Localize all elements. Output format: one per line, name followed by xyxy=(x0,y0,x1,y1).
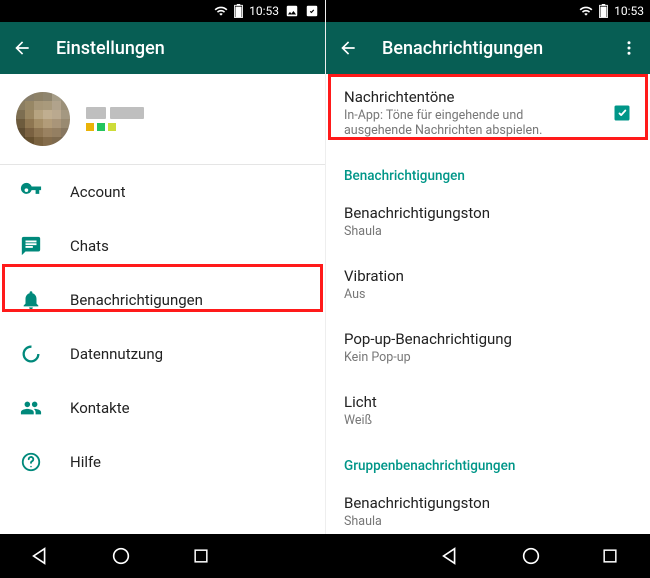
menu-label: Hilfe xyxy=(70,453,101,471)
menu-item-help[interactable]: Hilfe xyxy=(0,435,325,489)
menu-label: Benachrichtigungen xyxy=(70,291,203,309)
notifications-screen: 10:53 Benachrichtigungen Nachrichtentöne… xyxy=(325,0,650,534)
app-bar: Einstellungen xyxy=(0,22,325,74)
status-bar: 10:53 xyxy=(326,0,650,22)
menu-label: Kontakte xyxy=(70,399,130,417)
menu-label: Chats xyxy=(70,237,109,255)
back-icon[interactable] xyxy=(338,38,358,58)
nav-recent-icon[interactable] xyxy=(600,546,620,566)
setting-message-tones[interactable]: Nachrichtentöne In-App: Töne für eingehe… xyxy=(326,74,650,152)
nav-back-icon[interactable] xyxy=(29,545,51,567)
battery-icon xyxy=(599,4,608,18)
data-icon xyxy=(18,341,44,367)
bell-icon xyxy=(18,287,44,313)
setting-title: Benachrichtigungston xyxy=(344,494,632,512)
image-indicator-icon xyxy=(285,4,299,18)
setting-popup[interactable]: Pop-up-Benachrichtigung Kein Pop-up xyxy=(326,316,650,379)
menu-label: Datennutzung xyxy=(70,345,163,363)
nav-back-icon[interactable] xyxy=(439,545,461,567)
menu-item-data-usage[interactable]: Datennutzung xyxy=(0,327,325,381)
status-time: 10:53 xyxy=(614,4,644,18)
key-icon xyxy=(18,179,44,205)
setting-notification-tone[interactable]: Benachrichtigungston Shaula xyxy=(326,190,650,253)
wifi-icon xyxy=(214,4,228,18)
back-icon[interactable] xyxy=(12,38,32,58)
setting-subtitle: In-App: Töne für eingehende und ausgehen… xyxy=(344,108,594,138)
navigation-bar xyxy=(0,534,650,578)
nav-home-icon[interactable] xyxy=(520,545,542,567)
avatar xyxy=(16,92,70,146)
profile-row[interactable] xyxy=(0,74,325,164)
setting-subtitle: Weiß xyxy=(344,413,632,428)
wifi-icon xyxy=(579,4,593,18)
app-bar: Benachrichtigungen xyxy=(326,22,650,74)
setting-light[interactable]: Licht Weiß xyxy=(326,379,650,442)
menu-item-chats[interactable]: Chats xyxy=(0,219,325,273)
section-notifications: Benachrichtigungen xyxy=(326,152,650,190)
profile-text xyxy=(86,107,144,131)
menu-item-notifications[interactable]: Benachrichtigungen xyxy=(0,273,325,327)
status-bar: 10:53 xyxy=(0,0,325,22)
profile-name-redacted xyxy=(86,107,144,119)
battery-icon xyxy=(234,4,243,18)
setting-title: Nachrichtentöne xyxy=(344,88,594,106)
menu-item-contacts[interactable]: Kontakte xyxy=(0,381,325,435)
page-title: Benachrichtigungen xyxy=(382,38,543,59)
status-time: 10:53 xyxy=(249,4,279,18)
menu-label: Account xyxy=(70,183,126,201)
setting-title: Vibration xyxy=(344,267,632,285)
checkbox-checked-icon[interactable] xyxy=(612,103,632,123)
profile-status-redacted xyxy=(86,123,144,131)
page-title: Einstellungen xyxy=(56,38,165,59)
setting-vibration[interactable]: Vibration Aus xyxy=(326,253,650,316)
help-icon xyxy=(18,449,44,475)
setting-title: Pop-up-Benachrichtigung xyxy=(344,330,632,348)
nav-recent-icon[interactable] xyxy=(191,546,211,566)
setting-subtitle: Shaula xyxy=(344,224,632,239)
setting-subtitle: Kein Pop-up xyxy=(344,350,632,365)
setting-group-notification-tone[interactable]: Benachrichtigungston Shaula xyxy=(326,480,650,534)
section-group-notifications: Gruppenbenachrichtigungen xyxy=(326,442,650,480)
nav-home-icon[interactable] xyxy=(110,545,132,567)
settings-screen: 10:53 Einstellungen Account xyxy=(0,0,325,534)
setting-subtitle: Shaula xyxy=(344,514,632,529)
chat-icon xyxy=(18,233,44,259)
contacts-icon xyxy=(18,395,44,421)
check-indicator-icon xyxy=(305,4,319,18)
setting-title: Benachrichtigungston xyxy=(344,204,632,222)
setting-subtitle: Aus xyxy=(344,287,632,302)
menu-item-account[interactable]: Account xyxy=(0,165,325,219)
overflow-icon[interactable] xyxy=(620,39,638,57)
setting-title: Licht xyxy=(344,393,632,411)
